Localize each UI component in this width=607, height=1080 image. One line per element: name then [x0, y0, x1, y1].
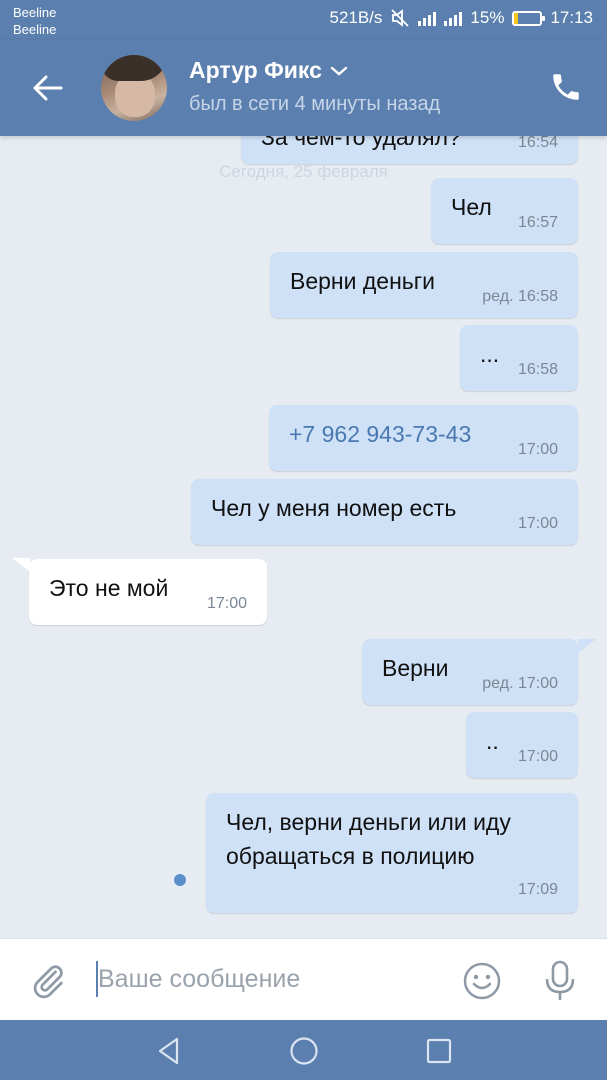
- message-time: ред. 17:00: [482, 675, 558, 692]
- message-bubble[interactable]: За чем-то удалял? 16:54: [241, 136, 578, 164]
- chevron-down-icon: [330, 66, 348, 76]
- message-time: 17:00: [517, 441, 558, 458]
- android-nav-bar: [0, 1020, 607, 1080]
- message-bubble[interactable]: .. 17:00: [466, 712, 578, 778]
- message-bubble[interactable]: Чел 16:57: [431, 178, 578, 244]
- message-text-line-2: обращаться в полицию: [226, 843, 475, 869]
- message-time: 16:58: [517, 361, 558, 378]
- message-bubble[interactable]: ... 16:58: [460, 325, 578, 391]
- contact-name-label: Артур Фикс: [189, 57, 322, 83]
- clock: 17:13: [550, 8, 593, 27]
- message-bubble[interactable]: +7 962 943-73-43 17:00: [269, 405, 578, 471]
- message-time: 17:09: [517, 881, 558, 898]
- chat-header: Артур Фикс был в сети 4 минуты назад: [0, 40, 607, 136]
- message-bubble[interactable]: Верни деньги ред. 16:58: [270, 252, 578, 318]
- message-bubble[interactable]: Чел, верни деньги или иду обращаться в п…: [206, 793, 578, 913]
- message-bubble[interactable]: Чел у меня номер есть 17:00: [191, 479, 578, 545]
- message-composer: [0, 938, 607, 1020]
- message-time: 16:54: [517, 136, 558, 151]
- network-speed: 521B/s: [329, 8, 383, 27]
- contact-name[interactable]: Артур Фикс: [189, 57, 348, 84]
- message-text: ..: [486, 728, 499, 754]
- arrow-left-icon: [33, 75, 63, 101]
- carrier-name-2: Beeline: [13, 22, 57, 37]
- message-bubble-incoming[interactable]: Это не мой 17:00: [29, 559, 267, 625]
- mute-icon: [391, 9, 410, 27]
- message-text: Это не мой: [49, 575, 169, 601]
- triangle-back-icon[interactable]: [152, 1034, 186, 1068]
- carrier-name-1: Beeline: [13, 5, 57, 20]
- last-seen-status: был в сети 4 минуты назад: [189, 93, 441, 115]
- bubble-tail: [578, 639, 596, 653]
- battery-level: [514, 12, 519, 24]
- signal-icon: [418, 10, 437, 26]
- smiley-icon[interactable]: [462, 961, 502, 1001]
- status-bar: Beeline Beeline 521B/s 15% 17:13: [0, 0, 607, 40]
- avatar[interactable]: [101, 55, 167, 121]
- message-time: 17:00: [517, 515, 558, 532]
- message-text: Верни деньги: [290, 268, 435, 294]
- unread-indicator: [174, 874, 186, 886]
- square-recent-icon[interactable]: [422, 1034, 456, 1068]
- message-bubble[interactable]: Верни ред. 17:00: [362, 639, 578, 705]
- message-text-line-1: Чел, верни деньги или иду: [226, 809, 511, 835]
- message-time: 16:57: [517, 214, 558, 231]
- battery-percent: 15%: [470, 8, 505, 27]
- message-input[interactable]: [98, 961, 438, 997]
- phone-icon[interactable]: [549, 70, 583, 104]
- paperclip-icon[interactable]: [28, 961, 68, 1001]
- message-list[interactable]: За чем-то удалял? 16:54 Сегодня, 25 февр…: [0, 136, 607, 938]
- signal-icon-2: [444, 10, 463, 26]
- message-text: Верни: [382, 655, 449, 681]
- message-text: ...: [480, 341, 500, 367]
- message-text: Чел: [451, 194, 492, 220]
- battery-icon: [512, 10, 546, 26]
- status-indicators: 521B/s 15% 17:13: [329, 8, 593, 28]
- back-button[interactable]: [28, 68, 68, 108]
- message-time: ред. 16:58: [482, 288, 558, 305]
- circle-home-icon[interactable]: [287, 1034, 321, 1068]
- message-text: Чел у меня номер есть: [211, 495, 457, 521]
- microphone-icon[interactable]: [540, 959, 580, 1003]
- carrier-info: Beeline Beeline: [13, 4, 56, 38]
- message-time: 17:00: [206, 595, 247, 612]
- message-time: 17:00: [517, 748, 558, 765]
- bubble-tail: [12, 558, 30, 572]
- message-text: За чем-то удалял?: [261, 136, 461, 150]
- phone-number-link[interactable]: +7 962 943-73-43: [289, 421, 471, 448]
